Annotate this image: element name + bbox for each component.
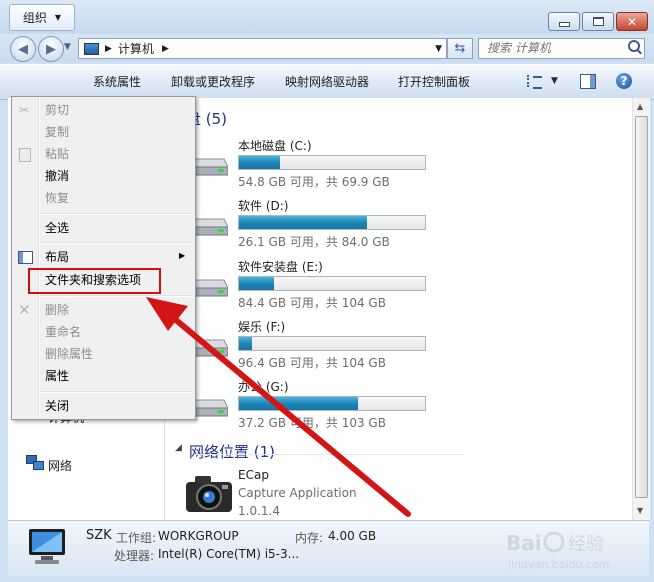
annotation-arrow-icon — [146, 297, 411, 517]
